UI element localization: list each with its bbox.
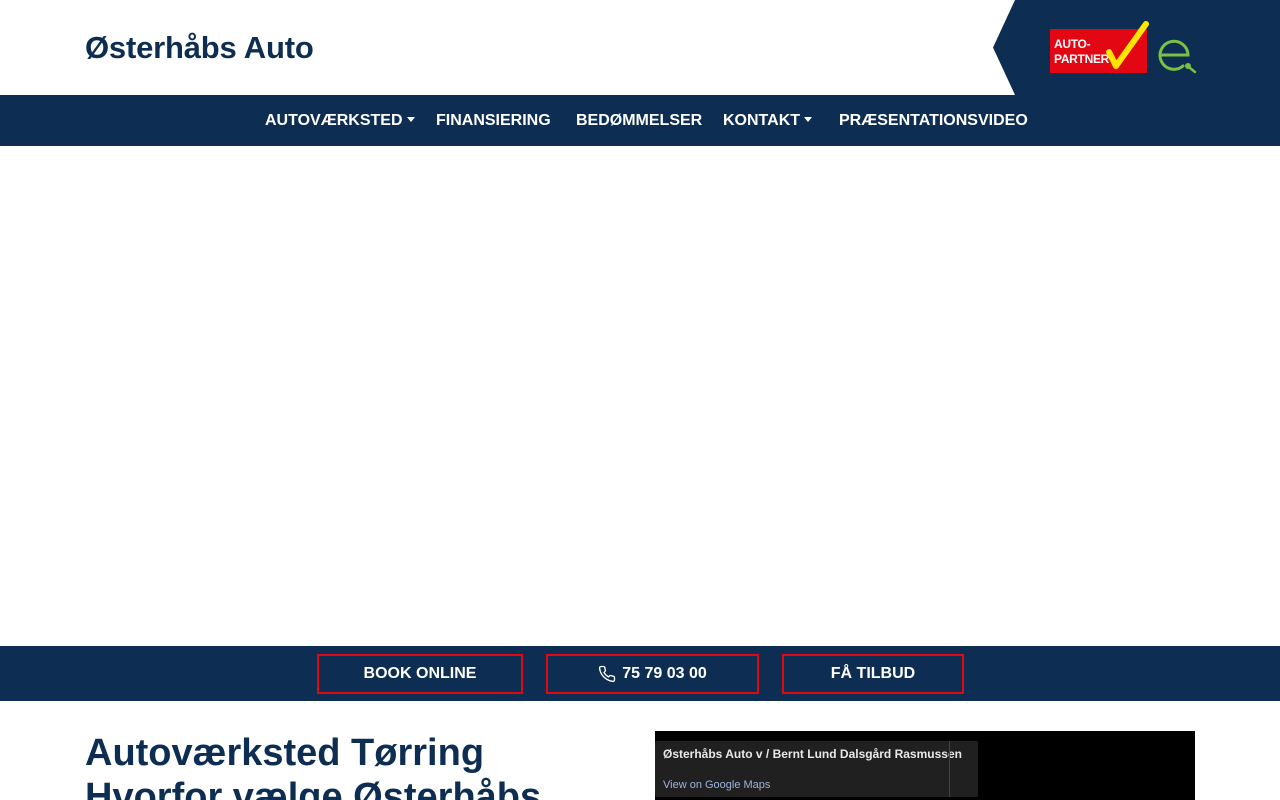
nav-item-label: KONTAKT	[723, 112, 801, 129]
main-nav: AUTOVÆRKSTED FINANSIERING BEDØMMELSER KO…	[0, 95, 1280, 146]
site-header: Østerhåbs Auto AUTO- PARTNER	[0, 0, 1280, 95]
get-offer-label: FÅ TILBUD	[830, 665, 916, 682]
nav-item-label: FINANSIERING	[436, 112, 551, 129]
nav-item-finansiering[interactable]: FINANSIERING	[436, 95, 551, 146]
caret-down-icon	[804, 117, 813, 122]
nav-item-bedommelser[interactable]: BEDØMMELSER	[576, 95, 702, 146]
map-info-card: Østerhåbs Auto v / Bernt Lund Dalsgård R…	[655, 741, 978, 797]
view-on-google-maps-link[interactable]: View on Google Maps	[663, 779, 770, 791]
nav-item-praesentationsvideo[interactable]: PRÆSENTATIONSVIDEO	[839, 95, 1028, 146]
hero-area	[0, 146, 1280, 646]
page-title: Autoværksted Tørring	[85, 732, 485, 774]
nav-item-autovaerksted[interactable]: AUTOVÆRKSTED	[265, 95, 415, 146]
map-place-title: Østerhåbs Auto v / Bernt Lund Dalsgård R…	[663, 747, 962, 761]
brand-name[interactable]: Østerhåbs Auto	[85, 30, 314, 66]
caret-down-icon	[406, 117, 415, 122]
e-charging-icon	[1158, 39, 1197, 74]
nav-item-label: BEDØMMELSER	[576, 112, 703, 129]
book-online-label: BOOK ONLINE	[363, 665, 477, 682]
google-map-embed[interactable]: Østerhåbs Auto v / Bernt Lund Dalsgård R…	[655, 731, 1195, 800]
map-card-divider	[949, 741, 950, 797]
cta-bar: BOOK ONLINE 75 79 03 00 FÅ TILBUD	[0, 646, 1280, 701]
call-phone-button[interactable]: 75 79 03 00	[546, 654, 759, 694]
nav-item-label: PRÆSENTATIONSVIDEO	[839, 112, 1028, 129]
book-online-button[interactable]: BOOK ONLINE	[317, 654, 523, 694]
page-subtitle: Hvorfor vælge Østerhåbs	[85, 776, 542, 800]
phone-number: 75 79 03 00	[622, 665, 707, 682]
nav-item-label: AUTOVÆRKSTED	[265, 112, 403, 129]
get-offer-button[interactable]: FÅ TILBUD	[782, 654, 964, 694]
checkmark-icon	[1106, 21, 1149, 69]
phone-icon	[599, 665, 616, 683]
nav-item-kontakt[interactable]: KONTAKT	[723, 95, 813, 146]
